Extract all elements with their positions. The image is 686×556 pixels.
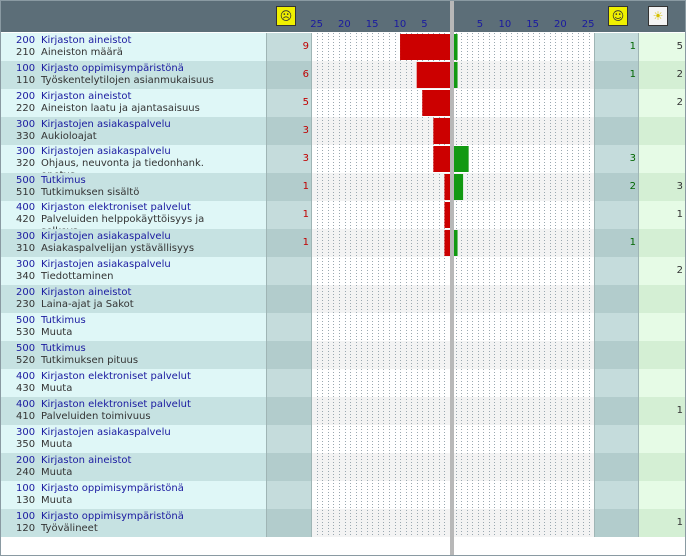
negative-bar	[422, 90, 450, 116]
smiley-face-icon: ☺	[608, 6, 628, 26]
negative-bar	[433, 146, 450, 172]
negative-bar	[444, 202, 450, 228]
tick-label-positive: 25	[581, 19, 595, 30]
lightbulb-icon: ☀	[648, 6, 668, 26]
tick-label-positive: 15	[526, 19, 539, 30]
negative-bar	[416, 62, 450, 88]
center-axis	[450, 0, 454, 556]
negative-bar	[433, 118, 450, 144]
tick-label-negative: 15	[365, 19, 379, 30]
outer-border	[0, 0, 686, 556]
positive-bar	[452, 146, 469, 172]
feedback-chart: 200 Kirjaston aineistot 210 Aineiston määrä…	[0, 0, 686, 556]
tick-label-negative: 5	[421, 19, 428, 30]
tick-label-negative: 10	[393, 19, 407, 30]
sad-face-icon: ☹	[276, 6, 296, 26]
chart-plot	[0, 0, 686, 556]
negative-bar	[444, 174, 450, 200]
tick-label-negative: 25	[310, 19, 323, 30]
tick-label-positive: 20	[554, 19, 567, 30]
tick-label-positive: 5	[476, 19, 484, 30]
tick-label-negative: 20	[338, 19, 351, 30]
negative-bar	[444, 230, 450, 256]
negative-bar	[400, 34, 450, 60]
tick-label-positive: 10	[498, 19, 512, 30]
